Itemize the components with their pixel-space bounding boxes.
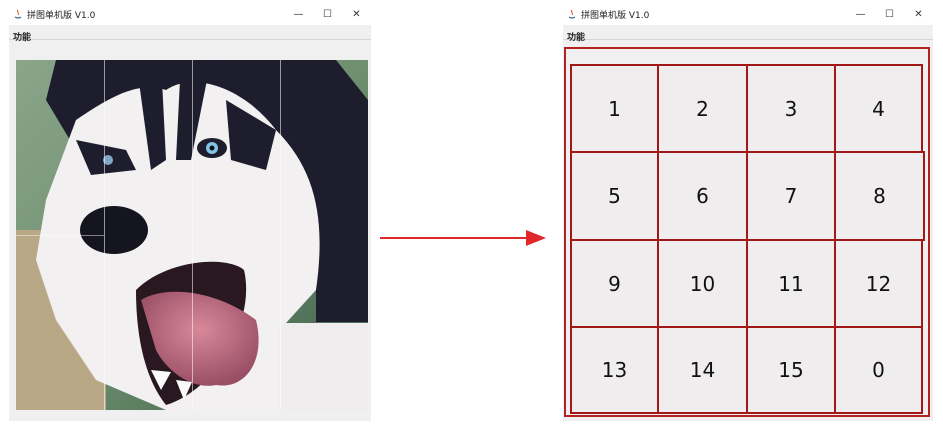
grid-tile[interactable]: 9 (570, 239, 659, 328)
minimize-button[interactable]: — (846, 4, 875, 25)
tile-divider (192, 60, 193, 410)
window-title: 拼图单机版 V1.0 (27, 11, 96, 21)
close-button[interactable]: ✕ (342, 4, 371, 25)
grid-tile[interactable]: 4 (834, 64, 923, 153)
number-grid: 1 2 3 4 5 6 7 8 9 10 11 12 13 14 15 0 (564, 47, 930, 417)
maximize-button[interactable]: ☐ (875, 4, 904, 25)
window-title: 拼图单机版 V1.0 (581, 11, 650, 21)
window-controls: — ☐ ✕ (846, 4, 933, 25)
window-controls: — ☐ ✕ (284, 4, 371, 25)
empty-tile (279, 323, 368, 410)
grid-tile[interactable]: 10 (657, 239, 748, 328)
empty-grid-tile[interactable]: 0 (834, 326, 923, 414)
grid-tile[interactable]: 7 (746, 151, 836, 241)
arrow-icon (378, 226, 550, 254)
grid-tile[interactable]: 11 (746, 239, 836, 328)
menu-function[interactable]: 功能 (567, 33, 585, 43)
grid-tile[interactable]: 6 (657, 151, 748, 241)
minimize-button[interactable]: — (284, 4, 313, 25)
grid-tile[interactable]: 5 (570, 151, 659, 241)
right-puzzle-window: 拼图单机版 V1.0 — ☐ ✕ 功能 1 2 3 4 5 6 7 8 9 10… (563, 4, 933, 421)
tile-divider (104, 60, 105, 410)
java-app-icon (13, 9, 23, 20)
menu-bar: 功能 (9, 25, 371, 43)
tile-divider (16, 235, 104, 236)
java-app-icon (567, 9, 577, 20)
title-bar[interactable]: 拼图单机版 V1.0 — ☐ ✕ (563, 4, 933, 25)
menu-function[interactable]: 功能 (13, 33, 31, 43)
grid-tile[interactable]: 8 (834, 151, 925, 241)
grid-tile[interactable]: 2 (657, 64, 748, 153)
grid-tile[interactable]: 13 (570, 326, 659, 414)
maximize-button[interactable]: ☐ (313, 4, 342, 25)
grid-tile[interactable]: 3 (746, 64, 836, 153)
puzzle-board (16, 60, 368, 410)
grid-tile[interactable]: 14 (657, 326, 748, 414)
menu-bar: 功能 (563, 25, 933, 43)
title-bar[interactable]: 拼图单机版 V1.0 — ☐ ✕ (9, 4, 371, 25)
left-puzzle-window: 拼图单机版 V1.0 — ☐ ✕ 功能 (9, 4, 371, 421)
grid-tile[interactable]: 1 (570, 64, 659, 153)
grid-tile[interactable]: 15 (746, 326, 836, 414)
grid-tile[interactable]: 12 (834, 239, 923, 328)
close-button[interactable]: ✕ (904, 4, 933, 25)
tile-divider (280, 60, 281, 410)
